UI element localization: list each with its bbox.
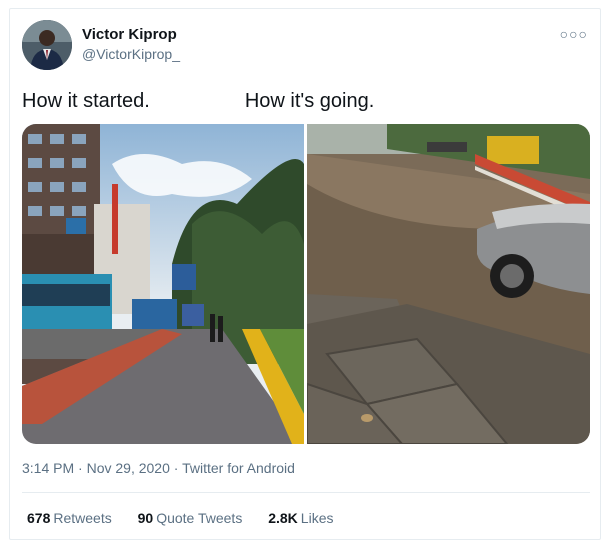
avatar[interactable] — [22, 20, 72, 70]
retweets-label: Retweets — [53, 510, 112, 526]
quote-tweets-stat[interactable]: 90 Quote Tweets — [138, 510, 243, 526]
meta-separator: · — [78, 460, 83, 476]
tweet-meta: 3:14 PM · Nov 29, 2020 · Twitter for And… — [22, 460, 295, 476]
tweet-date[interactable]: Nov 29, 2020 — [87, 460, 170, 476]
tweet-stats: 678 Retweets 90 Quote Tweets 2.8K Likes — [27, 510, 355, 526]
tweet-text-left: How it started. — [22, 90, 150, 112]
author-handle[interactable]: @VictorKiprop_ — [82, 46, 180, 62]
likes-stat[interactable]: 2.8K Likes — [268, 510, 333, 526]
left-photo[interactable] — [22, 124, 304, 444]
likes-label: Likes — [300, 510, 334, 526]
retweets-stat[interactable]: 678 Retweets — [27, 510, 112, 526]
right-photo[interactable] — [306, 124, 590, 444]
quote-tweets-count: 90 — [137, 510, 154, 526]
likes-count: 2.8K — [268, 510, 298, 526]
more-options-icon[interactable]: ○○○ — [560, 26, 588, 42]
tweet-text-right: How it's going. — [244, 90, 375, 112]
tweet-time[interactable]: 3:14 PM — [22, 460, 74, 476]
divider — [22, 492, 590, 493]
media-grid — [22, 124, 590, 444]
retweets-count: 678 — [27, 510, 51, 526]
meta-separator: · — [173, 460, 179, 476]
author-name[interactable]: Victor Kiprop — [82, 26, 177, 43]
quote-tweets-label: Quote Tweets — [156, 510, 243, 526]
tweet-source[interactable]: Twitter for Android — [182, 460, 295, 476]
tweet-text: How it started. How it's going. — [22, 90, 592, 113]
